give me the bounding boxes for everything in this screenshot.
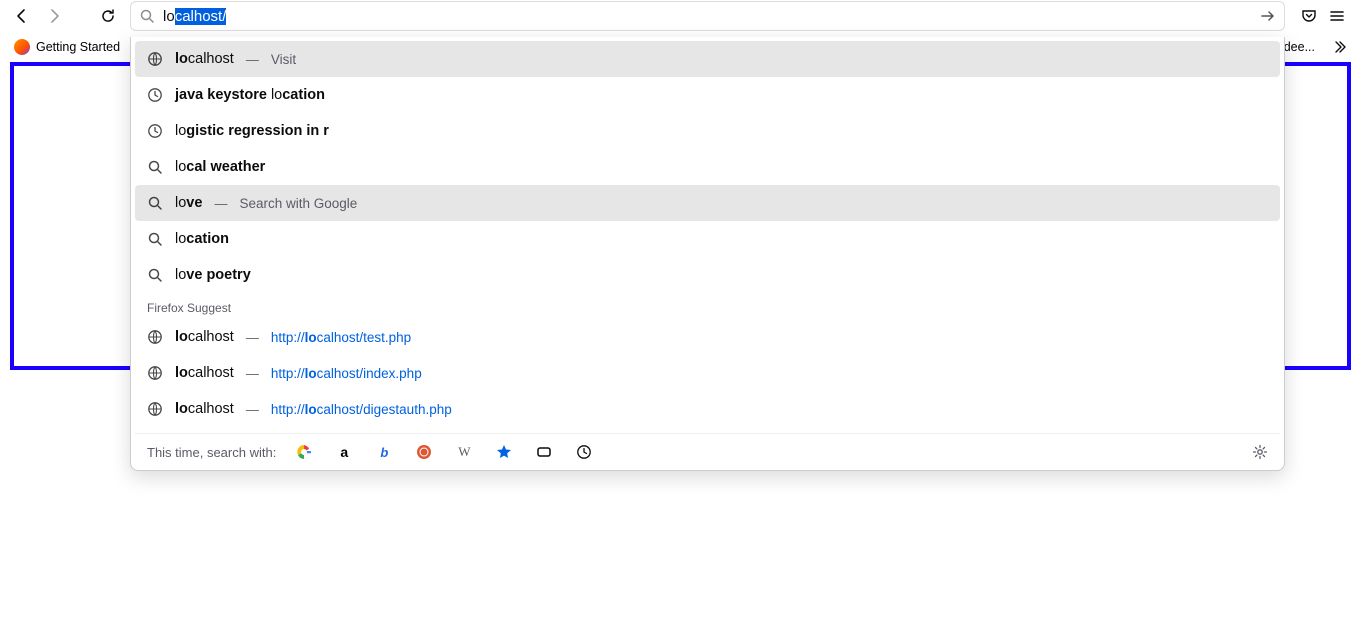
- separator: —: [246, 366, 259, 381]
- suggestion-text: localhost: [175, 365, 234, 381]
- separator: —: [246, 330, 259, 345]
- section-label: Firefox Suggest: [135, 293, 1280, 319]
- search-icon: [147, 267, 163, 283]
- urlbar-dropdown: localhost — Visit java keystore location…: [130, 37, 1285, 471]
- separator: —: [246, 52, 259, 67]
- suggestion-row[interactable]: localhost — Visit: [135, 41, 1280, 77]
- suggestion-text: java keystore location: [175, 87, 325, 103]
- separator: —: [246, 402, 259, 417]
- duckduckgo-engine-icon[interactable]: [416, 444, 432, 460]
- history-suggestion-row[interactable]: localhost — http://localhost/test.php: [135, 319, 1280, 355]
- firefox-icon: [14, 39, 30, 55]
- reload-button[interactable]: [94, 2, 122, 30]
- history-suggestion-row[interactable]: localhost — http://localhost/index.php: [135, 355, 1280, 391]
- separator: —: [214, 196, 227, 211]
- search-settings-icon[interactable]: [1252, 444, 1268, 460]
- suggestion-text: localhost: [175, 401, 234, 417]
- forward-button: [40, 2, 68, 30]
- dropdown-footer: This time, search with: a b W: [135, 433, 1280, 470]
- url-bar[interactable]: localhost/: [130, 1, 1285, 31]
- suggestion-url: http://localhost/digestauth.php: [271, 402, 452, 417]
- suggestion-row[interactable]: love — Search with Google: [135, 185, 1280, 221]
- suggestion-row[interactable]: love poetry: [135, 257, 1280, 293]
- history-icon: [147, 123, 163, 139]
- amazon-engine-icon[interactable]: a: [336, 444, 352, 460]
- history-suggestion-row[interactable]: localhost — http://localhost/digestauth.…: [135, 391, 1280, 427]
- suggestion-url: http://localhost/index.php: [271, 366, 422, 381]
- bookmark-getting-started[interactable]: Getting Started: [8, 35, 126, 59]
- suggestion-aside: Search with Google: [239, 196, 357, 211]
- pocket-icon[interactable]: [1301, 8, 1317, 24]
- suggestion-text: love: [175, 195, 202, 211]
- suggestion-text: localhost: [175, 51, 234, 67]
- suggestion-row[interactable]: java keystore location: [135, 77, 1280, 113]
- tabs-engine-icon[interactable]: [536, 444, 552, 460]
- footer-label: This time, search with:: [147, 445, 276, 460]
- wikipedia-engine-icon[interactable]: W: [456, 444, 472, 460]
- suggestion-url: http://localhost/test.php: [271, 330, 411, 345]
- suggestion-text: localhost: [175, 329, 234, 345]
- globe-icon: [147, 365, 163, 381]
- bookmark-label: Getting Started: [36, 40, 120, 54]
- suggestion-row[interactable]: logistic regression in r: [135, 113, 1280, 149]
- globe-icon: [147, 329, 163, 345]
- suggestion-text: local weather: [175, 159, 265, 175]
- go-arrow-icon[interactable]: [1260, 8, 1276, 24]
- suggestion-text: love poetry: [175, 267, 251, 283]
- search-icon: [139, 8, 155, 24]
- suggestion-text: location: [175, 231, 229, 247]
- globe-icon: [147, 51, 163, 67]
- history-icon: [147, 87, 163, 103]
- globe-icon: [147, 401, 163, 417]
- suggestion-aside: Visit: [271, 52, 296, 67]
- search-icon: [147, 231, 163, 247]
- back-button[interactable]: [8, 2, 36, 30]
- suggestion-text: logistic regression in r: [175, 123, 329, 139]
- bing-engine-icon[interactable]: b: [376, 444, 392, 460]
- suggestion-row[interactable]: local weather: [135, 149, 1280, 185]
- bookmarks-overflow-icon[interactable]: [1325, 35, 1353, 59]
- suggestion-row[interactable]: location: [135, 221, 1280, 257]
- hamburger-icon[interactable]: [1329, 8, 1345, 24]
- google-engine-icon[interactable]: [296, 444, 312, 460]
- search-icon: [147, 159, 163, 175]
- bookmarks-engine-icon[interactable]: [496, 444, 512, 460]
- url-text: localhost/: [163, 8, 1260, 25]
- history-engine-icon[interactable]: [576, 444, 592, 460]
- search-icon: [147, 195, 163, 211]
